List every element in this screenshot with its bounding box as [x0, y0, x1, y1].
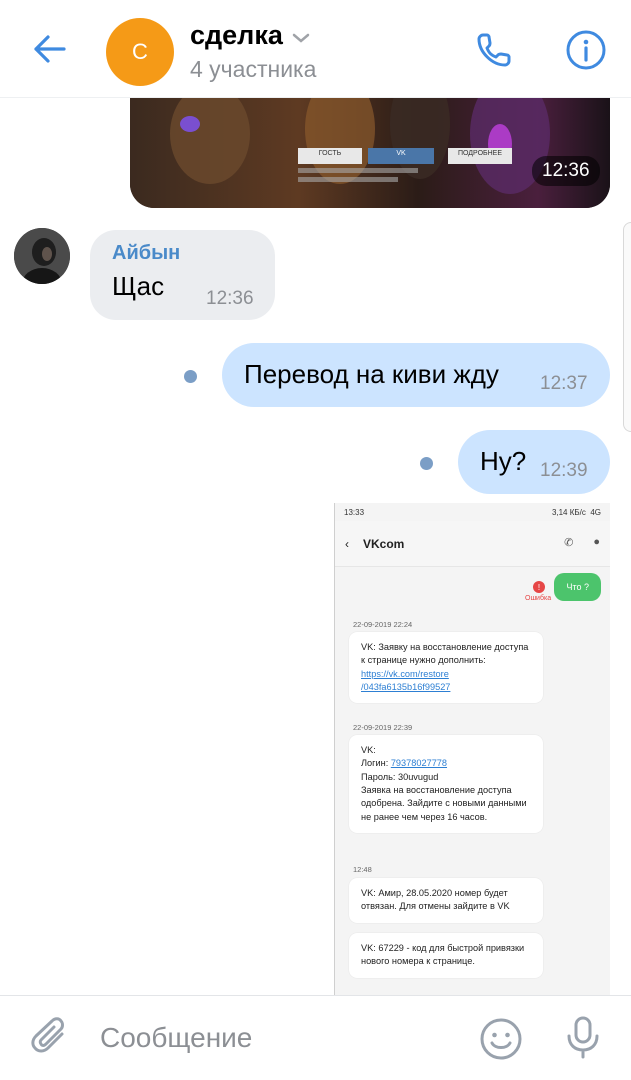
screenshot-status-bar: 13:33 3,14 КБ/с 4G: [335, 503, 610, 521]
attach-button[interactable]: [28, 1014, 74, 1060]
screenshot-sent-sms: Что ?: [554, 573, 601, 601]
chat-title-button[interactable]: сделка: [190, 20, 311, 51]
screenshot-sms-card: VK: 67229 - код для быстрой привязки нов…: [349, 933, 543, 978]
microphone-button[interactable]: [560, 1014, 606, 1060]
screenshot-sms-link: https://vk.com/restore /043fa6135b16f995…: [361, 668, 451, 693]
participants-count: 4 участника: [190, 56, 317, 82]
message-list[interactable]: ГОСТЬ VK ПОДРОБНЕЕ 12:36 Айбын Щас 12:36…: [0, 98, 631, 995]
screenshot-app-title: VKcom: [363, 536, 405, 551]
screenshot-sms-card: VK: Логин: 79378027778 Пароль: 30uvugud …: [349, 735, 543, 834]
screenshot-sms-line: Логин:: [361, 758, 391, 769]
sms-screenshot-image[interactable]: 13:33 3,14 КБ/с 4G ‹ VKcom ✆ ● ! Ошибка …: [334, 503, 610, 995]
overlay-button-vk: VK: [396, 150, 406, 157]
screenshot-sms-date: 22-09-2019 22:39: [353, 723, 413, 732]
overlay-button-details: ПОДРОБНЕЕ: [457, 150, 502, 157]
screenshot-phone-icon: ✆: [564, 537, 574, 549]
screenshot-sms-card: VK: Амир, 28.05.2020 номер будет отвязан…: [349, 878, 543, 923]
unread-dot: [420, 457, 433, 470]
sender-photo: [14, 228, 70, 284]
screenshot-sms-line: Пароль: 30uvugud: [361, 771, 439, 782]
overlay-button-guest: ГОСТЬ: [318, 150, 342, 157]
emoji-icon: [480, 1018, 522, 1060]
screenshot-person-icon: ●: [593, 536, 600, 548]
screenshot-sms-text: VK: Амир, 28.05.2020 номер будет отвязан…: [361, 888, 510, 912]
image-timestamp: 12:36: [532, 156, 600, 186]
screenshot-sms-text: VK: 67229 - код для быстрой привязки нов…: [361, 943, 525, 967]
outgoing-message-bubble[interactable]: Перевод на киви жду 12:37: [222, 343, 610, 407]
chat-title: сделка: [190, 20, 283, 50]
message-composer: [0, 995, 631, 1080]
chat-header: С сделка 4 участника: [0, 0, 631, 98]
emoji-button[interactable]: [478, 1016, 524, 1062]
screenshot-sms-text: VK: Заявку на восстановление доступа к с…: [361, 642, 529, 666]
screenshot-sms-date: 22-09-2019 22:24: [353, 620, 413, 629]
screenshot-error-label: Ошибка: [525, 595, 552, 602]
arrow-left-icon: [34, 35, 66, 63]
message-time: 12:39: [540, 460, 588, 481]
message-time: 12:37: [540, 373, 588, 394]
screenshot-network: 4G: [590, 507, 601, 517]
phone-icon: [477, 33, 511, 67]
paperclip-icon: [31, 1017, 64, 1053]
screenshot-back-icon: ‹: [345, 536, 349, 551]
screenshot-sms-card: VK: Заявку на восстановление доступа к с…: [349, 632, 543, 704]
image-message[interactable]: ГОСТЬ VK ПОДРОБНЕЕ 12:36: [130, 98, 610, 208]
message-input[interactable]: [100, 1016, 460, 1060]
info-icon: [566, 30, 606, 70]
back-button[interactable]: [28, 28, 70, 70]
chat-avatar[interactable]: С: [106, 18, 174, 86]
screenshot-sms-date: 12:48: [353, 865, 372, 874]
screenshot-sms-link: 79378027778: [390, 758, 448, 769]
screenshot-sms-line: Заявка на восстановление доступа одобрен…: [361, 785, 527, 822]
message-text: Перевод на киви жду: [244, 359, 499, 389]
call-button[interactable]: [470, 26, 518, 74]
info-button[interactable]: [562, 26, 610, 74]
screenshot-error-icon: !: [533, 581, 545, 593]
side-scroll-handle[interactable]: [623, 222, 631, 432]
screenshot-app-bar: ‹ VKcom ✆ ●: [335, 521, 610, 567]
screenshot-sms-line: VK:: [361, 745, 376, 755]
microphone-icon: [567, 1016, 599, 1059]
outgoing-message-bubble[interactable]: Ну? 12:39: [458, 430, 610, 494]
incoming-message-bubble[interactable]: Айбын Щас 12:36: [90, 230, 275, 320]
screenshot-clock: 13:33: [344, 507, 365, 517]
screenshot-speed: 3,14 КБ/с: [551, 507, 586, 517]
unread-dot: [184, 370, 197, 383]
message-time: 12:36: [206, 288, 254, 309]
sender-name[interactable]: Айбын: [112, 242, 253, 265]
chevron-down-icon: [292, 33, 310, 43]
sender-avatar[interactable]: [14, 228, 70, 284]
message-text: Ну?: [480, 446, 527, 476]
